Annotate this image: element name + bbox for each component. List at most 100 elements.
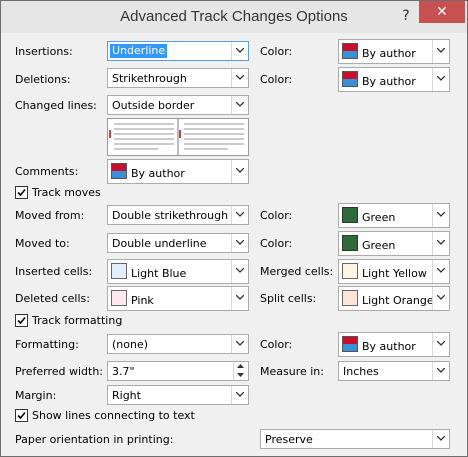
show-lines-checkbox[interactable] bbox=[15, 409, 28, 422]
deletions-value: Strikethrough bbox=[112, 72, 187, 85]
chevron-down-icon[interactable] bbox=[231, 234, 248, 252]
moved-to-label: Moved to: bbox=[15, 237, 70, 250]
chevron-down-icon[interactable] bbox=[432, 204, 449, 227]
comments-label: Comments: bbox=[15, 165, 79, 178]
spin-up-icon[interactable] bbox=[234, 362, 248, 371]
changed-lines-combo[interactable]: Outside border bbox=[107, 95, 249, 115]
light-orange-color-swatch bbox=[342, 290, 358, 306]
formatting-value: (none) bbox=[112, 338, 149, 351]
chevron-down-icon[interactable] bbox=[432, 68, 449, 91]
author-color-swatch bbox=[342, 71, 358, 87]
insertions-color-combo[interactable]: By author bbox=[338, 39, 450, 64]
deleted-cells-label: Deleted cells: bbox=[15, 292, 90, 305]
insertions-color-label: Color: bbox=[260, 45, 293, 58]
preferred-width-spinner[interactable]: 3.7" bbox=[107, 361, 249, 381]
inserted-cells-label: Inserted cells: bbox=[15, 265, 93, 278]
close-button[interactable]: ✕ bbox=[419, 1, 465, 23]
chevron-down-icon[interactable] bbox=[231, 287, 248, 310]
moved-to-value: Double underline bbox=[112, 237, 207, 250]
author-color-swatch bbox=[342, 43, 358, 59]
track-moves-label[interactable]: Track moves bbox=[32, 186, 101, 200]
advanced-track-changes-dialog: Advanced Track Changes Options ? ✕ Inser… bbox=[0, 0, 468, 457]
deleted-cells-value: Pink bbox=[131, 294, 154, 307]
deletions-color-combo[interactable]: By author bbox=[338, 67, 450, 92]
light-yellow-color-swatch bbox=[342, 263, 358, 279]
moved-from-label: Moved from: bbox=[15, 209, 85, 222]
inserted-cells-value: Light Blue bbox=[131, 267, 187, 280]
preferred-width-label: Preferred width: bbox=[15, 365, 104, 378]
chevron-down-icon[interactable] bbox=[231, 386, 248, 404]
moved-to-combo[interactable]: Double underline bbox=[107, 233, 249, 253]
inserted-cells-combo[interactable]: Light Blue bbox=[107, 259, 249, 284]
chevron-down-icon[interactable] bbox=[432, 333, 449, 356]
spin-down-icon[interactable] bbox=[234, 371, 248, 380]
merged-cells-label: Merged cells: bbox=[260, 265, 334, 278]
chevron-down-icon[interactable] bbox=[432, 287, 449, 310]
deletions-label: Deletions: bbox=[15, 73, 71, 86]
paper-orientation-label: Paper orientation in printing: bbox=[15, 433, 174, 446]
chevron-down-icon[interactable] bbox=[432, 232, 449, 255]
moved-to-color-value: Green bbox=[362, 239, 396, 252]
chevron-down-icon[interactable] bbox=[432, 362, 449, 380]
chevron-down-icon[interactable] bbox=[432, 40, 449, 63]
moved-to-color-label: Color: bbox=[260, 237, 293, 250]
preferred-width-value[interactable]: 3.7" bbox=[112, 365, 135, 379]
moved-from-value: Double strikethrough bbox=[112, 209, 229, 222]
moved-from-combo[interactable]: Double strikethrough bbox=[107, 205, 249, 225]
insertions-label: Insertions: bbox=[15, 45, 73, 58]
pink-color-swatch bbox=[111, 290, 127, 306]
insertions-color-value: By author bbox=[362, 47, 416, 60]
paper-orientation-combo[interactable]: Preserve bbox=[260, 429, 450, 449]
split-cells-value: Light Orange bbox=[362, 294, 434, 307]
margin-value: Right bbox=[112, 389, 141, 402]
chevron-down-icon[interactable] bbox=[231, 42, 248, 60]
comments-combo[interactable]: By author bbox=[107, 159, 249, 184]
help-button[interactable]: ? bbox=[397, 7, 415, 25]
chevron-down-icon[interactable] bbox=[231, 206, 248, 224]
measure-in-label: Measure in: bbox=[260, 365, 324, 378]
show-lines-label[interactable]: Show lines connecting to text bbox=[32, 409, 195, 423]
light-blue-color-swatch bbox=[111, 263, 127, 279]
comments-value: By author bbox=[131, 167, 185, 180]
formatting-color-value: By author bbox=[362, 340, 416, 353]
margin-combo[interactable]: Right bbox=[107, 385, 249, 405]
chevron-down-icon[interactable] bbox=[432, 430, 449, 448]
merged-cells-combo[interactable]: Light Yellow bbox=[338, 259, 450, 284]
formatting-combo[interactable]: (none) bbox=[107, 334, 249, 354]
green-color-swatch bbox=[342, 235, 358, 251]
chevron-down-icon[interactable] bbox=[231, 335, 248, 353]
deleted-cells-combo[interactable]: Pink bbox=[107, 286, 249, 311]
formatting-color-combo[interactable]: By author bbox=[338, 332, 450, 357]
deletions-combo[interactable]: Strikethrough bbox=[107, 68, 249, 88]
measure-in-value: Inches bbox=[343, 365, 379, 378]
chevron-down-icon[interactable] bbox=[231, 69, 248, 87]
spinner-buttons bbox=[233, 362, 248, 380]
track-formatting-checkbox[interactable] bbox=[15, 314, 28, 327]
formatting-label: Formatting: bbox=[15, 338, 79, 351]
merged-cells-value: Light Yellow bbox=[362, 267, 427, 280]
insertions-value: Underline bbox=[110, 44, 168, 58]
author-color-swatch bbox=[342, 336, 358, 352]
author-color-swatch bbox=[111, 163, 127, 179]
title-bar: Advanced Track Changes Options ? ✕ bbox=[1, 1, 467, 33]
changed-lines-value: Outside border bbox=[112, 99, 195, 112]
moved-from-color-label: Color: bbox=[260, 209, 293, 222]
track-formatting-label[interactable]: Track formatting bbox=[32, 314, 122, 328]
chevron-down-icon[interactable] bbox=[231, 160, 248, 183]
checkmark-icon bbox=[17, 188, 26, 197]
margin-label: Margin: bbox=[15, 389, 57, 402]
moved-to-color-combo[interactable]: Green bbox=[338, 231, 450, 256]
deletions-color-label: Color: bbox=[260, 73, 293, 86]
split-cells-combo[interactable]: Light Orange bbox=[338, 286, 450, 311]
moved-from-color-combo[interactable]: Green bbox=[338, 203, 450, 228]
chevron-down-icon[interactable] bbox=[231, 260, 248, 283]
chevron-down-icon[interactable] bbox=[231, 96, 248, 114]
paper-orientation-value: Preserve bbox=[265, 433, 313, 446]
track-moves-checkbox[interactable] bbox=[15, 186, 28, 199]
checkmark-icon bbox=[17, 411, 26, 420]
chevron-down-icon[interactable] bbox=[432, 260, 449, 283]
green-color-swatch bbox=[342, 207, 358, 223]
deletions-color-value: By author bbox=[362, 75, 416, 88]
measure-in-combo[interactable]: Inches bbox=[338, 361, 450, 381]
insertions-combo[interactable]: Underline bbox=[107, 41, 249, 61]
